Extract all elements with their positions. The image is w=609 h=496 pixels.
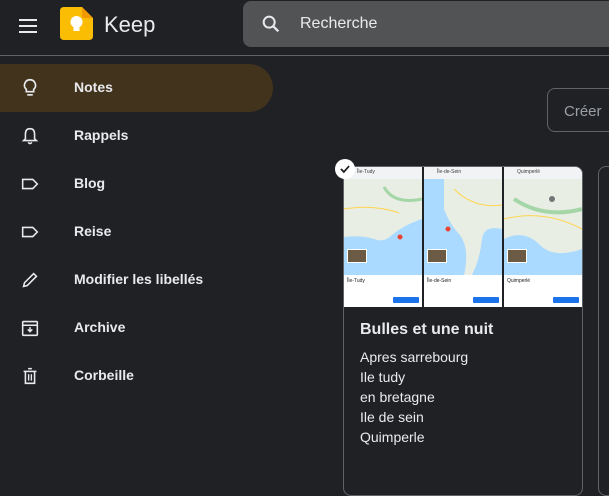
thumbnail-header: Île-de-Sein <box>437 169 462 175</box>
sidebar-item-label: Archive <box>74 319 126 335</box>
sidebar-item-blog[interactable]: Blog <box>0 160 273 208</box>
top-bar: Keep Recherche <box>0 0 609 56</box>
thumbnail-header: Quimperlé <box>517 169 541 175</box>
place-name: Île-Tudy <box>347 278 365 284</box>
note-line: Apres sarrebourg <box>360 349 469 365</box>
note-line: en bretagne <box>360 389 435 405</box>
place-photo <box>427 249 447 263</box>
note-line: Quimperle <box>360 429 425 445</box>
note-images: Île-Tudy Île-Tudy Île-de-Sein Île-de-Sei… <box>344 167 582 307</box>
directions-button <box>393 297 419 303</box>
place-name: Quimperlé <box>507 278 531 284</box>
select-note-check-icon[interactable] <box>335 159 355 179</box>
sidebar-item-trash[interactable]: Corbeille <box>0 352 273 400</box>
note-title: Bulles et une nuit <box>360 321 494 338</box>
sidebar-item-rappels[interactable]: Rappels <box>0 112 273 160</box>
sidebar-item-label: Blog <box>74 175 106 191</box>
bell-icon <box>18 124 42 148</box>
create-note-input[interactable]: Créer <box>547 88 609 132</box>
map-thumbnail[interactable]: Île-Tudy Île-Tudy <box>344 167 422 307</box>
keep-logo-icon[interactable] <box>60 7 93 40</box>
sidebar-item-label: Notes <box>74 79 113 95</box>
map-thumbnail[interactable]: Quimperlé Quimperlé <box>504 167 582 307</box>
lightbulb-icon <box>18 76 42 100</box>
hamburger-menu-icon <box>19 19 37 33</box>
search-input[interactable]: Recherche <box>300 15 377 33</box>
place-name: Île-de-Sein <box>427 278 452 284</box>
label-icon <box>18 172 42 196</box>
trash-icon <box>18 364 42 388</box>
sidebar-item-label: Reise <box>74 223 112 239</box>
app-name[interactable]: Keep <box>104 12 155 38</box>
create-note-placeholder[interactable]: Créer <box>564 103 602 120</box>
archive-icon <box>18 316 42 340</box>
sidebar-item-archive[interactable]: Archive <box>0 304 273 352</box>
sidebar-item-label: Modifier les libellés <box>74 271 204 287</box>
sidebar-item-edit-labels[interactable]: Modifier les libellés <box>0 256 273 304</box>
main-menu-button[interactable] <box>12 9 46 43</box>
sidebar-item-reise[interactable]: Reise <box>0 208 273 256</box>
pencil-icon <box>18 268 42 292</box>
thumbnail-header: Île-Tudy <box>357 169 375 175</box>
sidebar-item-label: Corbeille <box>74 367 134 383</box>
place-photo <box>507 249 527 263</box>
sidebar-item-notes[interactable]: Notes <box>0 64 273 112</box>
note-card[interactable]: Île-Tudy Île-Tudy Île-de-Sein Île-de-Sei… <box>343 166 583 496</box>
note-line: Ile tudy <box>360 369 406 385</box>
note-line: Ile de sein <box>360 409 424 425</box>
search-bar[interactable]: Recherche <box>243 1 609 47</box>
directions-button <box>473 297 499 303</box>
place-photo <box>347 249 367 263</box>
search-icon[interactable] <box>260 13 282 35</box>
label-icon <box>18 220 42 244</box>
directions-button <box>553 297 579 303</box>
sidebar-item-label: Rappels <box>74 127 129 143</box>
note-card[interactable] <box>598 166 609 496</box>
map-thumbnail[interactable]: Île-de-Sein Île-de-Sein <box>424 167 502 307</box>
